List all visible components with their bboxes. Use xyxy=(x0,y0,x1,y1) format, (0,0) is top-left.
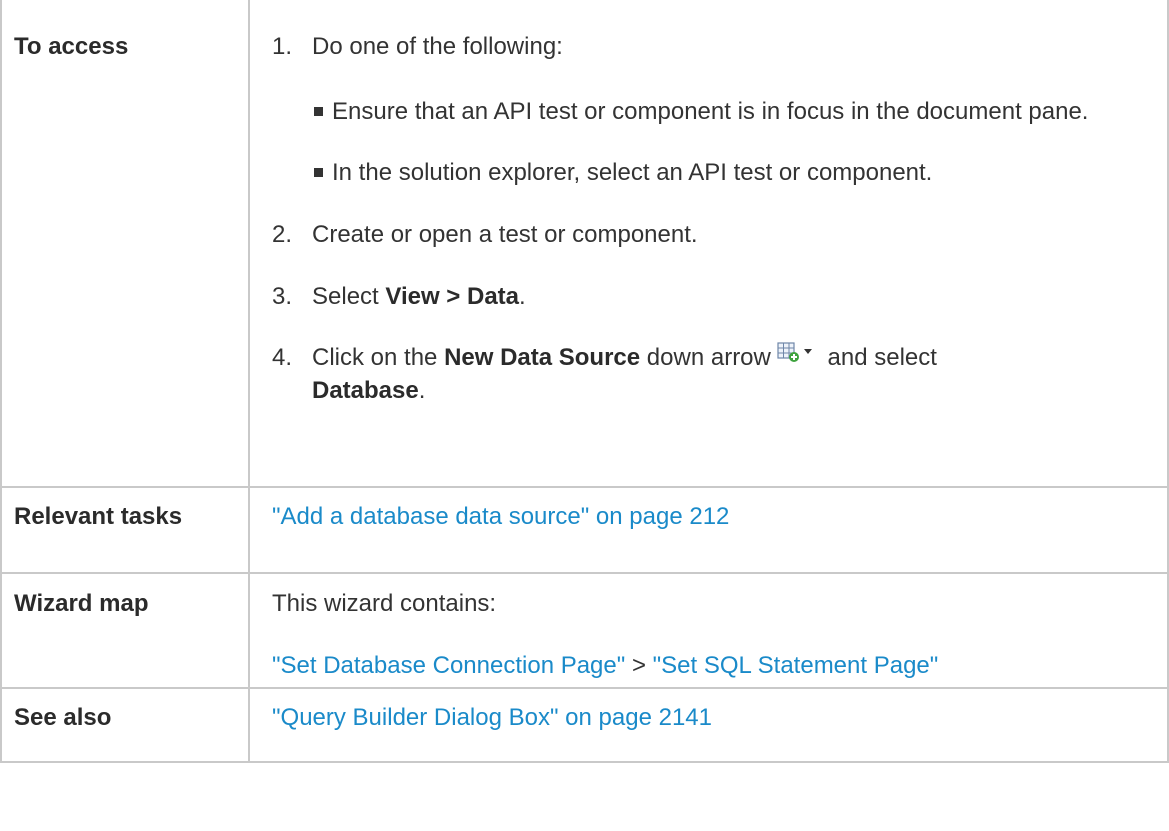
row-content-wizard-map: This wizard contains: "Set Database Conn… xyxy=(248,572,1169,689)
row-wizard-map: Wizard map This wizard contains: "Set Da… xyxy=(0,572,1169,689)
step-1-number: 1. xyxy=(272,33,293,60)
step-3-suffix: . xyxy=(519,283,526,310)
wizard-separator: > xyxy=(625,652,653,679)
wizard-page-sequence: "Set Database Connection Page" > "Set SQ… xyxy=(272,649,1167,682)
step-3-prefix: Select xyxy=(312,283,386,310)
sub-bullet-1-text: Ensure that an API test or component is … xyxy=(332,98,1089,125)
row-label-to-access: To access xyxy=(0,0,250,488)
step-4-suffix: . xyxy=(418,377,426,404)
sub-bullet-2-text: In the solution explorer, select an API … xyxy=(332,159,933,186)
query-builder-dialog-box-link[interactable]: "Query Builder Dialog Box" on page 2141 xyxy=(272,704,712,731)
add-database-data-source-link[interactable]: "Add a database data source" on page 212 xyxy=(272,503,729,530)
row-content-relevant-tasks: "Add a database data source" on page 212 xyxy=(248,486,1169,574)
step-4-option-name: Database xyxy=(312,377,419,404)
row-content-see-also: "Query Builder Dialog Box" on page 2141 xyxy=(248,687,1169,763)
step-1: 1. Do one of the following: Ensure that … xyxy=(272,30,1167,189)
steps-list: 1. Do one of the following: Ensure that … xyxy=(272,30,1167,407)
square-bullet-icon xyxy=(314,107,323,116)
step-4-middle: down arrow xyxy=(640,344,771,371)
row-label-relevant-tasks: Relevant tasks xyxy=(0,486,250,574)
sub-bullet-2: In the solution explorer, select an API … xyxy=(272,156,1167,189)
square-bullet-icon xyxy=(314,168,323,177)
sub-bullet-1: Ensure that an API test or component is … xyxy=(272,95,1167,128)
step-4-number: 4. xyxy=(272,344,293,371)
row-relevant-tasks: Relevant tasks "Add a database data sour… xyxy=(0,486,1169,574)
step-4-after-icon: and select xyxy=(820,344,937,371)
row-label-wizard-map: Wizard map xyxy=(0,572,250,689)
set-database-connection-page-link[interactable]: "Set Database Connection Page" xyxy=(272,652,625,679)
step-2-number: 2. xyxy=(272,221,293,248)
relevant-tasks-label: Relevant tasks xyxy=(14,503,183,530)
row-label-see-also: See also xyxy=(0,687,250,763)
step-4: 4. Click on the New Data Source down arr… xyxy=(272,341,1167,407)
row-see-also: See also "Query Builder Dialog Box" on p… xyxy=(0,687,1169,763)
step-4-button-name: New Data Source xyxy=(444,344,641,371)
step-1-text: Do one of the following: xyxy=(312,33,563,60)
wizard-intro: This wizard contains: xyxy=(272,590,497,617)
new-data-source-icon xyxy=(777,339,817,372)
row-content-to-access: 1. Do one of the following: Ensure that … xyxy=(248,0,1169,488)
set-sql-statement-page-link[interactable]: "Set SQL Statement Page" xyxy=(653,652,939,679)
step-1-sublist: Ensure that an API test or component is … xyxy=(272,95,1167,189)
row-to-access: To access 1. Do one of the following: En… xyxy=(0,0,1169,488)
info-table: To access 1. Do one of the following: En… xyxy=(0,0,1169,763)
step-3-number: 3. xyxy=(272,283,293,310)
step-3: 3. Select View > Data. xyxy=(272,280,1167,313)
step-4-prefix: Click on the xyxy=(312,344,445,371)
step-2-text: Create or open a test or component. xyxy=(312,221,698,248)
step-3-menu-path: View > Data xyxy=(385,283,520,310)
step-2: 2. Create or open a test or component. xyxy=(272,218,1167,251)
